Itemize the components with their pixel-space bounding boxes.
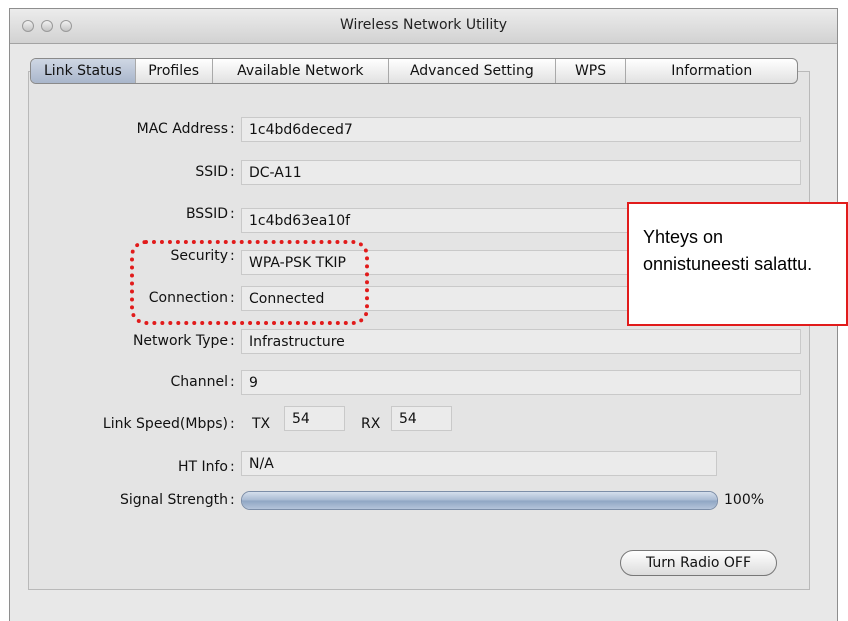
network-type-field: Infrastructure [241,329,801,354]
signal-strength-percent: 100% [724,492,765,508]
colon: : [230,206,235,222]
tx-value-field: 54 [284,406,345,431]
turn-radio-off-button[interactable]: Turn Radio OFF [620,550,777,576]
rx-label: RX [361,416,381,432]
colon: : [230,121,235,137]
title-bar: Wireless Network Utility [10,9,837,44]
colon: : [230,374,235,390]
colon: : [230,459,235,475]
colon: : [230,492,235,508]
window-title: Wireless Network Utility [339,17,508,33]
signal-strength-fill [242,492,717,509]
channel-field: 9 [241,370,801,395]
rx-value-field: 54 [391,406,452,431]
signal-strength-bar [241,491,718,510]
link-speed-label: Link Speed(Mbps) [102,416,228,432]
security-highlight-outline [130,240,369,325]
colon: : [230,416,235,432]
colon: : [230,333,235,349]
ssid-field: DC-A11 [241,160,801,185]
tab-bar: Link Status Profiles Available Network A… [30,58,798,84]
colon: : [230,164,235,180]
signal-strength-label: Signal Strength [119,492,228,508]
tab-link-status[interactable]: Link Status [31,59,136,83]
mac-address-field: 1c4bd6deced7 [241,117,801,142]
ht-info-label: HT Info [177,459,228,475]
mac-address-label: MAC Address [136,121,228,137]
annotation-callout: Yhteys on onnistuneesti salattu. [627,202,848,326]
tab-advanced-setting[interactable]: Advanced Setting [389,59,556,83]
network-type-label: Network Type [132,333,228,349]
tx-label: TX [252,416,271,432]
bssid-label: BSSID [185,206,228,222]
tab-profiles[interactable]: Profiles [136,59,213,83]
ssid-label: SSID [195,164,228,180]
tab-wps[interactable]: WPS [556,59,627,83]
ht-info-field: N/A [241,451,717,476]
tab-available-network[interactable]: Available Network [213,59,390,83]
tab-information[interactable]: Information [626,59,797,83]
channel-label: Channel [170,374,228,390]
